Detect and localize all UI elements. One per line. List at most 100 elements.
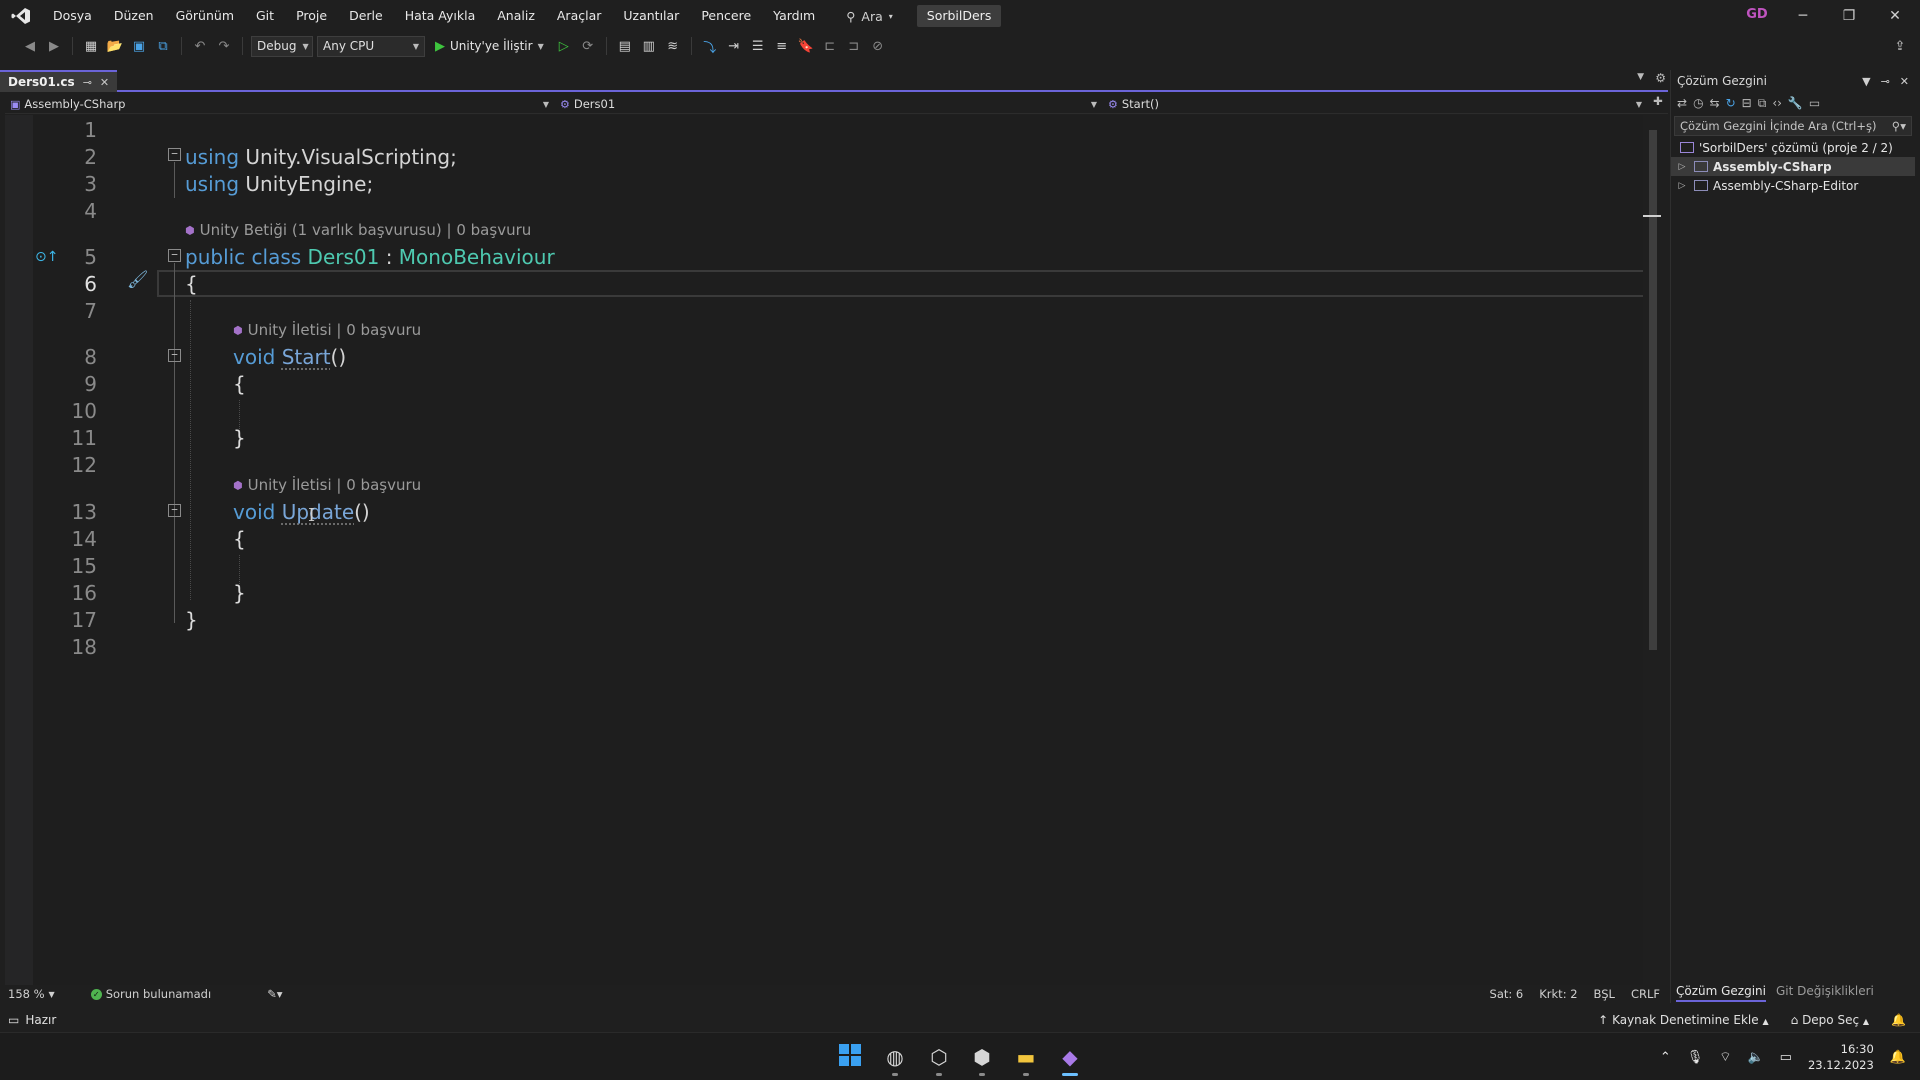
issues-indicator[interactable]: ✓ Sorun bulunamadı <box>83 987 219 1001</box>
volume-icon[interactable]: 🔈 <box>1747 1050 1763 1065</box>
switch-views-icon[interactable]: ⇄ <box>1677 96 1687 110</box>
tree-item-assembly-csharp-editor[interactable]: ▷ Assembly-CSharp-Editor <box>1671 176 1915 195</box>
notification-center-icon[interactable]: 🔔 <box>1890 1050 1906 1065</box>
expand-arrow-icon[interactable]: ▷ <box>1675 181 1689 191</box>
save-all-icon[interactable]: ⧉ <box>153 36 173 56</box>
expand-arrow-icon[interactable]: ▷ <box>1675 162 1689 172</box>
editor-vertical-scrollbar[interactable] <box>1643 115 1663 985</box>
comment-icon[interactable]: ☰ <box>748 36 768 56</box>
taskbar-chrome[interactable]: ◍ <box>877 1039 913 1076</box>
start-button[interactable] <box>832 1039 868 1075</box>
step-over-icon[interactable]: ⇥ <box>724 36 744 56</box>
add-to-source-control-button[interactable]: ↑ Kaynak Denetimine Ekle ▲ <box>1598 1013 1768 1027</box>
menu-analiz[interactable]: Analiz <box>486 0 546 32</box>
code-line-11[interactable]: } <box>233 425 246 452</box>
menu-yardim[interactable]: Yardım <box>762 0 826 32</box>
code-line-16[interactable]: } <box>233 580 246 607</box>
collapse-all-icon[interactable]: ⊟ <box>1742 96 1752 110</box>
close-window-button[interactable]: ✕ <box>1872 0 1918 32</box>
battery-icon[interactable]: ▭ <box>1780 1050 1792 1065</box>
project-dropdown[interactable]: ▣ Assembly-CSharp ▼ <box>5 94 555 114</box>
clear-bookmarks-icon[interactable]: ⊘ <box>868 36 888 56</box>
menu-git[interactable]: Git <box>245 0 285 32</box>
line-indicator[interactable]: Sat: 6 <box>1482 987 1532 1001</box>
redo-icon[interactable]: ↷ <box>214 36 234 56</box>
configuration-select[interactable]: Debug ▼ <box>251 35 313 57</box>
live-share-icon[interactable]: ⇪ <box>1890 36 1910 56</box>
menu-gorunum[interactable]: Görünüm <box>165 0 245 32</box>
bookmark-icon[interactable]: 🔖 <box>796 36 816 56</box>
next-bookmark-icon[interactable]: ⊐ <box>844 36 864 56</box>
taskbar-unity[interactable]: ⬢ <box>964 1039 1000 1076</box>
taskbar-file-explorer[interactable]: ▬ <box>1008 1039 1044 1076</box>
undo-icon[interactable]: ↶ <box>190 36 210 56</box>
code-line-14[interactable]: { <box>233 526 246 553</box>
history-icon[interactable]: ◷ <box>1693 96 1703 110</box>
tree-item-assembly-csharp[interactable]: ▷ Assembly-CSharp <box>1671 157 1915 176</box>
tab-list-dropdown-icon[interactable]: ▼ <box>1637 72 1644 82</box>
refresh-icon[interactable]: ↻ <box>1726 96 1736 110</box>
code-line-9[interactable]: { <box>233 371 246 398</box>
platform-select[interactable]: Any CPU ▼ <box>317 35 425 57</box>
code-line-13[interactable]: void Update() <box>233 499 370 526</box>
column-indicator[interactable]: Krkt: 2 <box>1531 987 1585 1001</box>
close-icon[interactable]: ✕ <box>1900 75 1909 88</box>
menu-hata-ayikla[interactable]: Hata Ayıkla <box>394 0 487 32</box>
clock[interactable]: 16:30 23.12.2023 <box>1808 1041 1874 1073</box>
navigate-forward-icon[interactable]: ▶ <box>44 36 64 56</box>
code-line-6[interactable]: { <box>185 271 198 298</box>
navigate-back-icon[interactable]: ◀ <box>20 36 40 56</box>
open-file-icon[interactable]: 📂 <box>105 36 125 56</box>
tree-item-solution[interactable]: 'SorbilDers' çözümü (proje 2 / 2) <box>1671 138 1915 157</box>
layout-icon[interactable]: ▥ <box>639 36 659 56</box>
hot-reload-icon[interactable]: ⟳ <box>578 36 598 56</box>
chevron-up-icon[interactable]: ⌃ <box>1660 1050 1671 1065</box>
code-line-2[interactable]: using Unity.VisualScripting; <box>185 144 457 171</box>
code-editor[interactable]: ⊙↑ 🖌 1 2 3 4 5 6 7 8 9 10 11 12 13 14 15… <box>5 115 1648 985</box>
wifi-icon[interactable]: ⌔ <box>1719 1049 1731 1065</box>
notifications-button[interactable]: 🔔 <box>1891 1013 1906 1027</box>
tab-solution-explorer[interactable]: Çözüm Gezgini <box>1676 982 1766 1002</box>
collapse-class-icon[interactable]: − <box>168 249 181 262</box>
codelens-update[interactable]: ⬢ Unity İletisi | 0 başvuru <box>233 476 421 494</box>
tab-ders01-cs[interactable]: Ders01.cs ⊸ ✕ <box>0 70 118 92</box>
attach-to-unity-button[interactable]: ▶ Unity'ye İliştir ▼ <box>429 35 550 57</box>
visual-studio-logo-icon[interactable] <box>0 0 42 32</box>
code-line-17[interactable]: } <box>185 607 198 634</box>
new-project-icon[interactable]: ▦ <box>81 36 101 56</box>
microphone-icon[interactable]: 🎙 <box>1687 1050 1704 1065</box>
properties-icon[interactable]: 🔧 <box>1788 96 1803 110</box>
menu-derle[interactable]: Derle <box>338 0 394 32</box>
sync-icon[interactable]: ⇆ <box>1710 96 1720 110</box>
menu-pencere[interactable]: Pencere <box>690 0 762 32</box>
menu-araclar[interactable]: Araçlar <box>546 0 613 32</box>
prev-bookmark-icon[interactable]: ⊏ <box>820 36 840 56</box>
split-editor-icon[interactable]: ✚ <box>1648 94 1668 113</box>
browse-icon[interactable]: ▤ <box>615 36 635 56</box>
solution-search-input[interactable]: Çözüm Gezgini İçinde Ara (Ctrl+ş) ⚲▾ <box>1674 116 1912 136</box>
show-all-files-icon[interactable]: ⧉ <box>1758 96 1767 111</box>
gear-icon[interactable]: ⚙ <box>1655 71 1666 85</box>
panel-menu-icon[interactable]: ▼ <box>1862 75 1870 88</box>
taskbar-unity-hub[interactable]: ⬡ <box>921 1039 957 1076</box>
start-without-debugging-icon[interactable]: ▷ <box>554 36 574 56</box>
taskbar-visual-studio[interactable]: ◆ <box>1052 1039 1088 1076</box>
collapse-start-icon[interactable]: − <box>168 349 181 362</box>
code-line-8[interactable]: void Start() <box>233 344 346 371</box>
pin-icon[interactable]: ⊸ <box>83 76 92 89</box>
collapse-usings-icon[interactable]: − <box>168 148 181 161</box>
tab-git-changes[interactable]: Git Değişiklikleri <box>1776 982 1874 1002</box>
menu-proje[interactable]: Proje <box>285 0 338 32</box>
codelens-class[interactable]: ⬢ Unity Betiği (1 varlık başvurusu) | 0 b… <box>185 221 531 239</box>
menu-dosya[interactable]: Dosya <box>42 0 103 32</box>
code-cleanup-button[interactable]: ✎▾ <box>259 987 290 1001</box>
select-repository-button[interactable]: ⌂ Depo Seç ▲ <box>1791 1013 1869 1027</box>
close-tab-icon[interactable]: ✕ <box>100 76 109 89</box>
menu-duzen[interactable]: Düzen <box>103 0 165 32</box>
code-line-3[interactable]: using UnityEngine; <box>185 171 373 198</box>
scrollbar-thumb[interactable] <box>1649 130 1657 650</box>
quick-actions-brush-icon[interactable]: 🖌 <box>127 270 149 290</box>
collapse-update-icon[interactable]: − <box>168 504 181 517</box>
menu-uzantilar[interactable]: Uzantılar <box>612 0 690 32</box>
line-ending-indicator[interactable]: CRLF <box>1623 987 1668 1001</box>
